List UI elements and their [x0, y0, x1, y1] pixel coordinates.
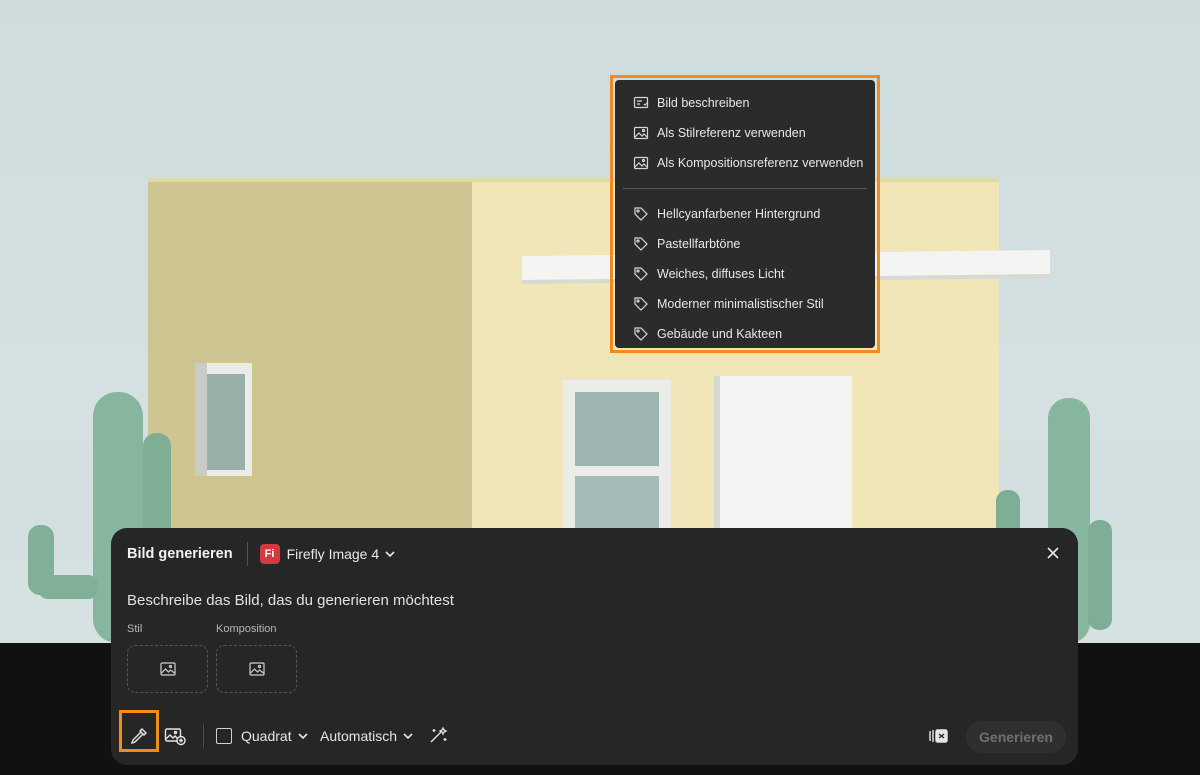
menu-item-style-reference[interactable]: Als Stilreferenz verwenden: [615, 118, 875, 148]
menu-item-label: Weiches, diffuses Licht: [657, 267, 785, 281]
eyedropper-button[interactable]: [127, 722, 151, 750]
close-button[interactable]: [1044, 544, 1062, 562]
menu-item-composition-reference[interactable]: Als Kompositionsreferenz verwenden: [615, 148, 875, 178]
menu-item-label: Hellcyanfarbener Hintergrund: [657, 207, 821, 221]
eyedropper-icon: [130, 728, 147, 745]
image-icon: [248, 662, 265, 676]
menu-item-label: Bild beschreiben: [657, 96, 750, 110]
toolbar-divider: [203, 724, 204, 748]
prompt-input[interactable]: Beschreibe das Bild, das du generieren m…: [127, 592, 454, 609]
aspect-ratio-value: Quadrat: [241, 728, 292, 744]
menu-item-label: Pastellfarbtöne: [657, 237, 741, 251]
composition-label: Komposition: [216, 623, 277, 635]
menu-item-label: Gebäude und Kakteen: [657, 327, 783, 341]
tag-icon: [633, 236, 649, 252]
image-icon: [633, 155, 649, 171]
content-type-value: Automatisch: [320, 728, 398, 744]
panel-title: Bild generieren: [127, 546, 233, 562]
generate-button[interactable]: Generieren: [966, 721, 1066, 753]
tag-icon: [633, 266, 649, 282]
header-divider: [246, 542, 248, 566]
content-type-dropdown[interactable]: Automatisch: [320, 722, 414, 750]
image-context-menu: Bild beschreiben Als Stilreferenz verwen…: [615, 80, 875, 348]
square-ratio-icon: [216, 728, 232, 744]
composition-reference-upload[interactable]: [216, 645, 297, 693]
firefly-logo-icon: Fi: [259, 544, 280, 564]
style-label: Stil: [127, 623, 143, 635]
menu-item-tag[interactable]: Hellcyanfarbener Hintergrund: [615, 199, 875, 229]
magic-wand-icon: [430, 726, 448, 743]
menu-item-label: Als Kompositionsreferenz verwenden: [657, 156, 864, 170]
effects-button[interactable]: [427, 722, 451, 750]
panel-header: Bild generieren Fi Firefly Image 4: [127, 542, 396, 566]
add-image-button[interactable]: [163, 722, 187, 750]
chevron-down-icon: [297, 730, 309, 742]
style-reference-upload[interactable]: [127, 645, 208, 693]
model-name: Firefly Image 4: [286, 546, 380, 562]
add-image-icon: [164, 728, 186, 746]
compare-icon: [929, 729, 948, 743]
tag-icon: [633, 326, 649, 342]
menu-item-tag[interactable]: Weiches, diffuses Licht: [615, 259, 875, 289]
tag-icon: [633, 206, 649, 222]
menu-item-label: Als Stilreferenz verwenden: [657, 126, 806, 140]
chevron-down-icon: [384, 548, 396, 560]
generate-image-panel: Bild generieren Fi Firefly Image 4 Besch…: [111, 528, 1078, 765]
tag-icon: [633, 296, 649, 312]
image-icon: [159, 662, 176, 676]
model-picker[interactable]: Fi Firefly Image 4: [259, 544, 397, 564]
menu-item-label: Moderner minimalistischer Stil: [657, 297, 824, 311]
close-icon: [1047, 547, 1059, 559]
menu-item-tag[interactable]: Gebäude und Kakteen: [615, 319, 875, 349]
menu-item-describe-image[interactable]: Bild beschreiben: [615, 88, 875, 118]
compare-button[interactable]: [926, 722, 950, 750]
chevron-down-icon: [402, 730, 414, 742]
aspect-ratio-dropdown[interactable]: Quadrat: [216, 722, 309, 750]
menu-item-tag[interactable]: Pastellfarbtöne: [615, 229, 875, 259]
describe-image-icon: [633, 95, 649, 111]
menu-item-tag[interactable]: Moderner minimalistischer Stil: [615, 289, 875, 319]
image-icon: [633, 125, 649, 141]
bottom-toolbar: Quadrat Automatisch Generieren: [111, 710, 1078, 754]
menu-divider: [623, 188, 867, 189]
